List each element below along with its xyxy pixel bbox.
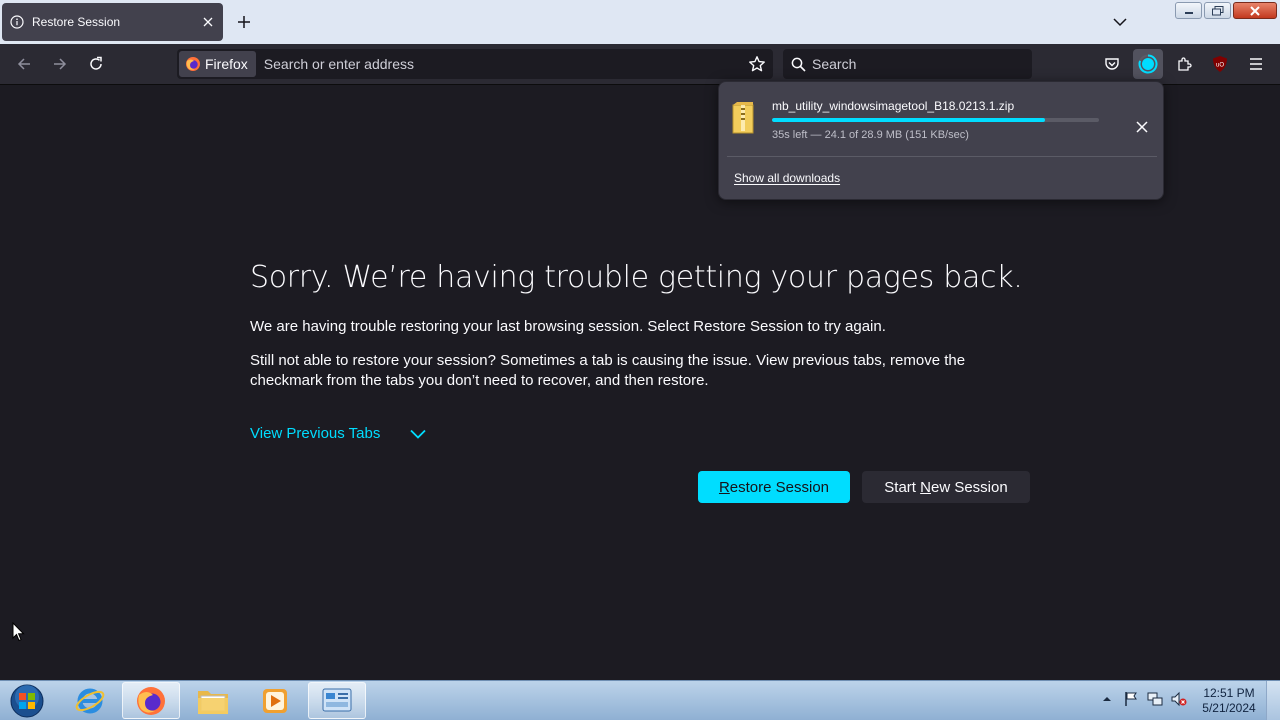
identity-label: Firefox (205, 56, 248, 72)
ublock-origin-button[interactable]: uO (1205, 49, 1235, 79)
action-center-flag-icon[interactable] (1122, 690, 1140, 708)
firefox-logo-icon (186, 57, 200, 71)
navigation-toolbar: Firefox uO (0, 44, 1280, 85)
view-previous-tabs-toggle[interactable]: View Previous Tabs (250, 425, 426, 442)
taskbar-internet-explorer[interactable] (61, 682, 119, 719)
downloads-panel: mb_utility_windowsimagetool_B18.0213.1.z… (718, 81, 1164, 200)
new-session-label-after: ew Session (930, 478, 1008, 496)
taskbar-clock[interactable]: 12:51 PM 5/21/2024 (1196, 686, 1262, 716)
download-progress-icon (1138, 54, 1158, 74)
window-controls (1175, 2, 1277, 19)
plus-icon (238, 16, 250, 28)
show-desktop-button[interactable] (1266, 681, 1280, 720)
close-window-button[interactable] (1233, 2, 1277, 19)
zip-file-icon (732, 102, 754, 134)
info-icon (10, 15, 24, 29)
new-tab-button[interactable] (234, 12, 254, 32)
reload-icon (90, 56, 102, 70)
network-icon[interactable] (1146, 690, 1164, 708)
media-player-icon (263, 688, 287, 713)
back-button[interactable] (12, 52, 36, 76)
reload-button[interactable] (84, 52, 108, 76)
puzzle-piece-icon (1178, 57, 1192, 71)
list-all-tabs-button[interactable] (1110, 12, 1130, 32)
download-status: 35s left — 24.1 of 28.9 MB (151 KB/sec) (772, 129, 969, 141)
download-item[interactable]: mb_utility_windowsimagetool_B18.0213.1.z… (727, 90, 1157, 150)
clock-time: 12:51 PM (1203, 686, 1255, 700)
minimize-button[interactable] (1175, 2, 1202, 19)
new-session-accesskey: N (920, 478, 931, 496)
chevron-down-icon (1113, 18, 1127, 27)
show-all-downloads-link[interactable]: Show all downloads (734, 171, 840, 185)
internet-explorer-icon (75, 688, 105, 713)
start-new-session-button[interactable]: Start New Session (862, 471, 1030, 503)
url-bar[interactable]: Firefox (177, 49, 773, 79)
restore-label-after: estore Session (729, 478, 830, 496)
downloads-button[interactable] (1133, 49, 1163, 79)
restore-session-button[interactable]: Restore Session (698, 471, 850, 503)
taskbar-file-explorer[interactable] (184, 682, 242, 719)
taskbar-firefox[interactable] (122, 682, 180, 719)
hamburger-menu-icon (1250, 58, 1262, 70)
restore-description: We are having trouble restoring your las… (250, 318, 886, 335)
address-input[interactable] (255, 51, 745, 77)
tab-strip: Restore Session (0, 0, 1280, 44)
session-restore-content: Sorry. We’re having trouble getting your… (250, 260, 1040, 503)
page-title: Sorry. We’re having trouble getting your… (250, 260, 1023, 295)
forward-button[interactable] (48, 52, 72, 76)
clock-date: 5/21/2024 (1202, 701, 1256, 715)
download-progress-bar (772, 118, 1099, 122)
panel-divider (727, 156, 1157, 157)
windows-start-orb-icon (10, 684, 44, 718)
taskbar-control-panel[interactable] (308, 682, 366, 719)
tab-title: Restore Session (32, 15, 121, 29)
ublock-origin-icon: uO (1213, 56, 1227, 72)
chevron-down-icon (410, 429, 426, 439)
cancel-download-button[interactable] (1132, 117, 1152, 137)
restore-accesskey: R (718, 478, 730, 496)
show-hidden-icons-icon[interactable] (1098, 690, 1116, 708)
new-session-label-before: Start (884, 478, 921, 496)
taskbar-media-player[interactable] (246, 682, 304, 719)
download-filename: mb_utility_windowsimagetool_B18.0213.1.z… (772, 99, 1015, 113)
search-input[interactable] (806, 51, 1032, 77)
search-bar[interactable] (783, 49, 1032, 79)
volume-muted-icon[interactable] (1170, 690, 1188, 708)
close-tab-icon[interactable] (201, 15, 215, 29)
view-previous-tabs-label: View Previous Tabs (250, 425, 381, 442)
restore-window-button[interactable] (1204, 2, 1231, 19)
forward-arrow-icon (54, 58, 67, 70)
identity-box[interactable]: Firefox (179, 51, 256, 77)
app-menu-button[interactable] (1241, 49, 1271, 79)
windows-taskbar: 12:51 PM 5/21/2024 (0, 680, 1280, 720)
bookmark-star-icon[interactable] (745, 52, 769, 76)
start-button[interactable] (7, 682, 47, 720)
restore-help-text: Still not able to restore your session? … (250, 352, 966, 389)
pocket-button[interactable] (1097, 49, 1127, 79)
pocket-icon (1105, 58, 1119, 70)
close-icon (1136, 121, 1148, 133)
tab-restore-session[interactable]: Restore Session (2, 3, 223, 41)
download-progress-fill (772, 118, 1045, 122)
back-arrow-icon (17, 58, 30, 70)
mouse-cursor-icon (12, 622, 25, 642)
control-panel-icon (322, 688, 352, 711)
system-tray (1098, 690, 1188, 708)
folder-icon (198, 690, 228, 714)
svg-text:uO: uO (1216, 63, 1224, 69)
extensions-button[interactable] (1169, 49, 1199, 79)
firefox-icon (137, 686, 165, 715)
search-icon (791, 57, 806, 72)
